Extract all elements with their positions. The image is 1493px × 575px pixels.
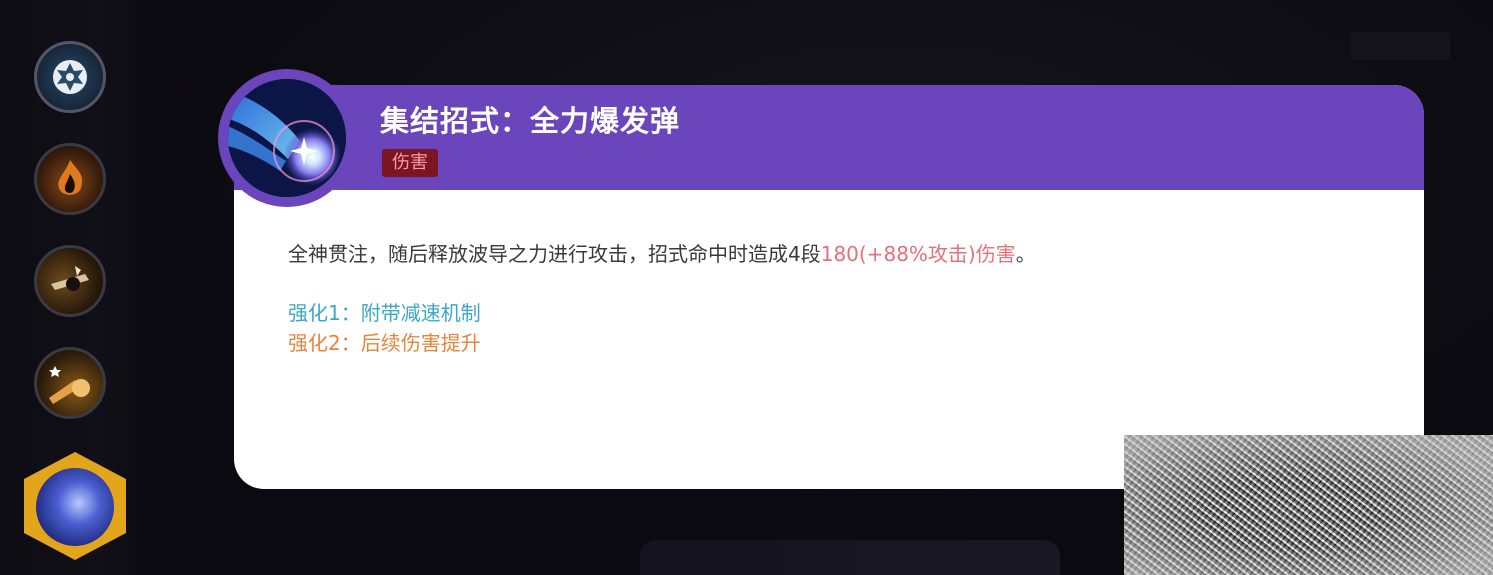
- skill-slot-1[interactable]: [34, 41, 106, 113]
- aura-sphere-unite-icon: [36, 468, 114, 546]
- gear-skill-icon: [37, 44, 103, 110]
- skill-category-badge: 伤害: [382, 149, 438, 177]
- description-text: 全神贯注，随后释放波导之力进行攻击，招式命中时造成4段: [288, 242, 821, 266]
- fire-skill-icon: [37, 146, 103, 212]
- enhancement-2: 强化2：后续伤害提升: [288, 331, 481, 355]
- skill-description: 全神贯注，随后释放波导之力进行攻击，招式命中时造成4段180(+88%攻击)伤害…: [288, 238, 1036, 267]
- top-right-panel: [1350, 32, 1450, 60]
- skill-slot-4[interactable]: [34, 347, 106, 419]
- skill-info-card: [234, 85, 1424, 489]
- skill-slot-3[interactable]: [34, 245, 106, 317]
- noise-overlay-fade: [1124, 435, 1493, 575]
- description-end: 。: [1015, 242, 1036, 266]
- skill-title: 集结招式：全力爆发弹: [380, 104, 681, 138]
- aura-burst-skill-icon: [228, 79, 346, 197]
- enhancement-1: 强化1：附带减速机制: [288, 301, 481, 325]
- punch-skill-icon: [37, 350, 103, 416]
- strike-skill-icon: [37, 248, 103, 314]
- damage-value: 180(+88%攻击)伤害: [820, 242, 1016, 266]
- skill-slot-2[interactable]: [34, 143, 106, 215]
- bottom-hud-bar: [640, 540, 1060, 575]
